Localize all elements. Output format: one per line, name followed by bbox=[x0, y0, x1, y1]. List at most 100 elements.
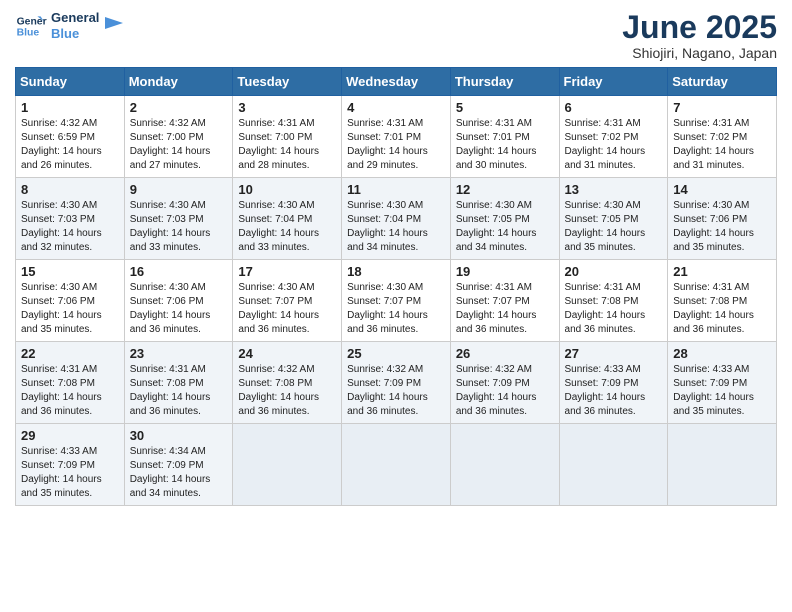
day-info: Sunrise: 4:30 AM Sunset: 7:06 PM Dayligh… bbox=[673, 199, 771, 255]
day-number: 27 bbox=[565, 346, 663, 361]
daylight-minutes: and 33 minutes. bbox=[238, 242, 309, 253]
sunrise-label: Sunrise: 4:33 AM bbox=[21, 446, 97, 457]
day-number: 18 bbox=[347, 264, 445, 279]
table-row: 10 Sunrise: 4:30 AM Sunset: 7:04 PM Dayl… bbox=[233, 178, 342, 260]
table-row bbox=[559, 424, 668, 506]
sunrise-label: Sunrise: 4:31 AM bbox=[347, 118, 423, 129]
daylight-label: Daylight: 14 hours bbox=[130, 392, 211, 403]
sunset-label: Sunset: 7:09 PM bbox=[456, 378, 530, 389]
day-number: 24 bbox=[238, 346, 336, 361]
day-number: 12 bbox=[456, 182, 554, 197]
table-row bbox=[342, 424, 451, 506]
daylight-label: Daylight: 14 hours bbox=[21, 146, 102, 157]
sunset-label: Sunset: 7:09 PM bbox=[130, 460, 204, 471]
daylight-minutes: and 36 minutes. bbox=[673, 324, 744, 335]
day-info: Sunrise: 4:32 AM Sunset: 7:00 PM Dayligh… bbox=[130, 117, 228, 173]
table-row: 21 Sunrise: 4:31 AM Sunset: 7:08 PM Dayl… bbox=[668, 260, 777, 342]
day-number: 13 bbox=[565, 182, 663, 197]
table-row: 4 Sunrise: 4:31 AM Sunset: 7:01 PM Dayli… bbox=[342, 96, 451, 178]
daylight-label: Daylight: 14 hours bbox=[238, 146, 319, 157]
table-row: 8 Sunrise: 4:30 AM Sunset: 7:03 PM Dayli… bbox=[16, 178, 125, 260]
sunset-label: Sunset: 7:07 PM bbox=[238, 296, 312, 307]
table-row: 17 Sunrise: 4:30 AM Sunset: 7:07 PM Dayl… bbox=[233, 260, 342, 342]
day-info: Sunrise: 4:31 AM Sunset: 7:01 PM Dayligh… bbox=[347, 117, 445, 173]
daylight-label: Daylight: 14 hours bbox=[456, 228, 537, 239]
sunset-label: Sunset: 7:09 PM bbox=[21, 460, 95, 471]
sunset-label: Sunset: 7:08 PM bbox=[238, 378, 312, 389]
sunrise-label: Sunrise: 4:31 AM bbox=[565, 118, 641, 129]
sunset-label: Sunset: 7:03 PM bbox=[130, 214, 204, 225]
sunrise-label: Sunrise: 4:30 AM bbox=[347, 200, 423, 211]
subtitle: Shiojiri, Nagano, Japan bbox=[622, 45, 777, 61]
calendar-row: 29 Sunrise: 4:33 AM Sunset: 7:09 PM Dayl… bbox=[16, 424, 777, 506]
sunset-label: Sunset: 7:04 PM bbox=[347, 214, 421, 225]
day-info: Sunrise: 4:31 AM Sunset: 7:07 PM Dayligh… bbox=[456, 281, 554, 337]
calendar-row: 8 Sunrise: 4:30 AM Sunset: 7:03 PM Dayli… bbox=[16, 178, 777, 260]
table-row: 12 Sunrise: 4:30 AM Sunset: 7:05 PM Dayl… bbox=[450, 178, 559, 260]
daylight-minutes: and 36 minutes. bbox=[130, 406, 201, 417]
day-number: 23 bbox=[130, 346, 228, 361]
sunrise-label: Sunrise: 4:31 AM bbox=[21, 364, 97, 375]
daylight-label: Daylight: 14 hours bbox=[238, 392, 319, 403]
daylight-label: Daylight: 14 hours bbox=[673, 392, 754, 403]
day-info: Sunrise: 4:31 AM Sunset: 7:02 PM Dayligh… bbox=[673, 117, 771, 173]
day-info: Sunrise: 4:34 AM Sunset: 7:09 PM Dayligh… bbox=[130, 445, 228, 501]
day-info: Sunrise: 4:30 AM Sunset: 7:07 PM Dayligh… bbox=[238, 281, 336, 337]
day-number: 20 bbox=[565, 264, 663, 279]
calendar-row: 22 Sunrise: 4:31 AM Sunset: 7:08 PM Dayl… bbox=[16, 342, 777, 424]
sunset-label: Sunset: 7:03 PM bbox=[21, 214, 95, 225]
logo-line1: General bbox=[51, 10, 99, 26]
sunrise-label: Sunrise: 4:30 AM bbox=[238, 200, 314, 211]
table-row: 24 Sunrise: 4:32 AM Sunset: 7:08 PM Dayl… bbox=[233, 342, 342, 424]
table-row: 15 Sunrise: 4:30 AM Sunset: 7:06 PM Dayl… bbox=[16, 260, 125, 342]
sunrise-label: Sunrise: 4:32 AM bbox=[347, 364, 423, 375]
day-number: 15 bbox=[21, 264, 119, 279]
daylight-label: Daylight: 14 hours bbox=[347, 310, 428, 321]
header: General Blue General Blue June 2025 Shio… bbox=[15, 10, 777, 61]
daylight-label: Daylight: 14 hours bbox=[238, 310, 319, 321]
day-number: 16 bbox=[130, 264, 228, 279]
col-tuesday: Tuesday bbox=[233, 68, 342, 96]
daylight-minutes: and 32 minutes. bbox=[21, 242, 92, 253]
sunrise-label: Sunrise: 4:30 AM bbox=[130, 200, 206, 211]
sunset-label: Sunset: 7:09 PM bbox=[347, 378, 421, 389]
daylight-minutes: and 36 minutes. bbox=[130, 324, 201, 335]
header-row: Sunday Monday Tuesday Wednesday Thursday… bbox=[16, 68, 777, 96]
daylight-label: Daylight: 14 hours bbox=[565, 146, 646, 157]
table-row: 23 Sunrise: 4:31 AM Sunset: 7:08 PM Dayl… bbox=[124, 342, 233, 424]
sunrise-label: Sunrise: 4:31 AM bbox=[565, 282, 641, 293]
daylight-label: Daylight: 14 hours bbox=[130, 228, 211, 239]
daylight-minutes: and 28 minutes. bbox=[238, 160, 309, 171]
daylight-label: Daylight: 14 hours bbox=[130, 146, 211, 157]
col-saturday: Saturday bbox=[668, 68, 777, 96]
sunrise-label: Sunrise: 4:30 AM bbox=[456, 200, 532, 211]
day-info: Sunrise: 4:31 AM Sunset: 7:08 PM Dayligh… bbox=[130, 363, 228, 419]
day-info: Sunrise: 4:31 AM Sunset: 7:08 PM Dayligh… bbox=[565, 281, 663, 337]
table-row bbox=[233, 424, 342, 506]
sunrise-label: Sunrise: 4:31 AM bbox=[673, 282, 749, 293]
col-sunday: Sunday bbox=[16, 68, 125, 96]
sunset-label: Sunset: 7:00 PM bbox=[238, 132, 312, 143]
sunrise-label: Sunrise: 4:33 AM bbox=[673, 364, 749, 375]
day-number: 8 bbox=[21, 182, 119, 197]
day-number: 5 bbox=[456, 100, 554, 115]
day-info: Sunrise: 4:30 AM Sunset: 7:05 PM Dayligh… bbox=[565, 199, 663, 255]
daylight-label: Daylight: 14 hours bbox=[21, 228, 102, 239]
sunrise-label: Sunrise: 4:33 AM bbox=[565, 364, 641, 375]
table-row: 27 Sunrise: 4:33 AM Sunset: 7:09 PM Dayl… bbox=[559, 342, 668, 424]
sunset-label: Sunset: 7:02 PM bbox=[673, 132, 747, 143]
daylight-label: Daylight: 14 hours bbox=[456, 310, 537, 321]
sunrise-label: Sunrise: 4:32 AM bbox=[238, 364, 314, 375]
daylight-minutes: and 36 minutes. bbox=[565, 406, 636, 417]
sunset-label: Sunset: 7:08 PM bbox=[565, 296, 639, 307]
sunset-label: Sunset: 7:06 PM bbox=[21, 296, 95, 307]
daylight-label: Daylight: 14 hours bbox=[21, 392, 102, 403]
day-info: Sunrise: 4:30 AM Sunset: 7:04 PM Dayligh… bbox=[238, 199, 336, 255]
day-info: Sunrise: 4:33 AM Sunset: 7:09 PM Dayligh… bbox=[565, 363, 663, 419]
table-row: 28 Sunrise: 4:33 AM Sunset: 7:09 PM Dayl… bbox=[668, 342, 777, 424]
sunrise-label: Sunrise: 4:30 AM bbox=[347, 282, 423, 293]
day-number: 10 bbox=[238, 182, 336, 197]
sunrise-label: Sunrise: 4:31 AM bbox=[456, 118, 532, 129]
day-info: Sunrise: 4:31 AM Sunset: 7:08 PM Dayligh… bbox=[673, 281, 771, 337]
table-row: 13 Sunrise: 4:30 AM Sunset: 7:05 PM Dayl… bbox=[559, 178, 668, 260]
